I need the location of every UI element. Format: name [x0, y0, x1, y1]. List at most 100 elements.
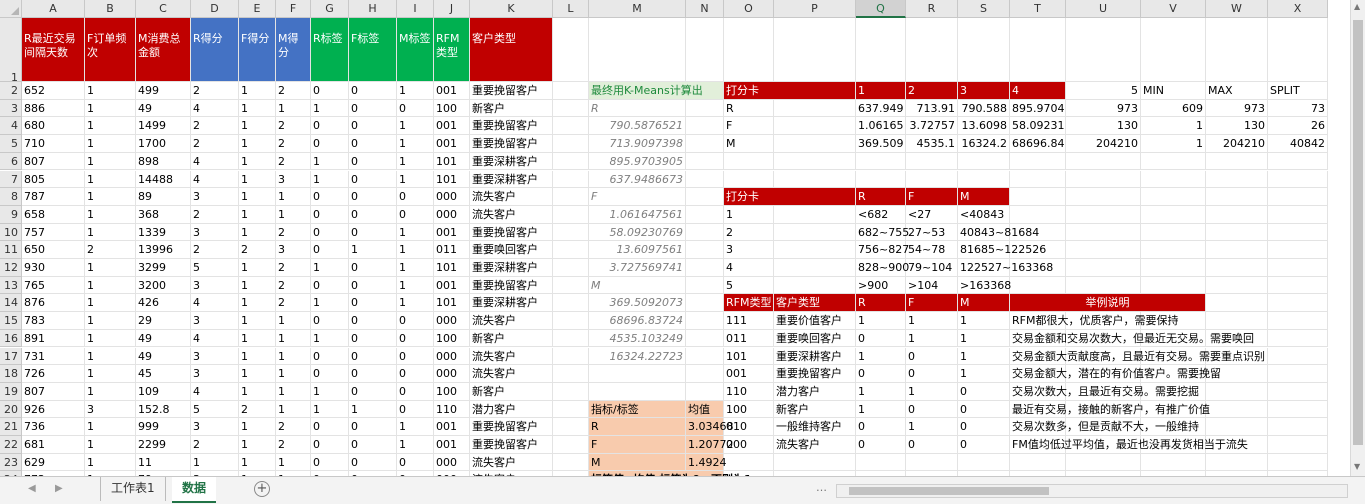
grid-cell[interactable] — [1268, 312, 1328, 330]
data-cell[interactable]: 3 — [191, 223, 239, 242]
data-cell[interactable]: 5 — [191, 259, 239, 277]
rfm-table-cell[interactable]: 重要深耕客户 — [774, 347, 856, 366]
grid-cell[interactable] — [958, 152, 1010, 171]
data-cell[interactable]: 0 — [349, 382, 397, 401]
data-cell[interactable]: 736 — [22, 418, 85, 436]
data-cell[interactable]: 重要挽留客户 — [470, 276, 553, 295]
data-cell[interactable]: 3 — [191, 276, 239, 295]
score-card-header[interactable]: 4 — [1010, 82, 1066, 100]
mean-table-header[interactable]: 均值 — [686, 400, 724, 419]
data-cell[interactable]: 2 — [191, 436, 239, 454]
data-cell[interactable]: 流失客户 — [470, 365, 553, 383]
grid-cell[interactable] — [1066, 152, 1141, 171]
data-cell[interactable]: 重要挽留客户 — [470, 436, 553, 454]
vertical-scrollbar[interactable]: ▲ ▼ — [1350, 0, 1365, 476]
score-card-cell[interactable]: 130 — [1206, 117, 1268, 136]
grid-cell[interactable] — [724, 453, 774, 472]
data-cell[interactable]: 100 — [434, 329, 470, 348]
column-header-H[interactable]: H — [349, 0, 397, 18]
grid-cell[interactable] — [1206, 400, 1268, 419]
column-header-S[interactable]: S — [958, 0, 1010, 18]
data-cell[interactable]: 0 — [349, 453, 397, 472]
grid-cell[interactable] — [1268, 365, 1328, 383]
grid-cell[interactable] — [1268, 418, 1328, 436]
grid-cell[interactable] — [553, 223, 589, 242]
score-card-cell[interactable]: 369.509 — [856, 135, 906, 153]
data-cell[interactable]: 0 — [349, 365, 397, 383]
row-header[interactable]: 9 — [0, 205, 22, 224]
grid-cell[interactable] — [1268, 436, 1328, 454]
row-header[interactable]: 23 — [0, 453, 22, 472]
grid-cell[interactable] — [1066, 453, 1141, 472]
column-header-L[interactable]: L — [553, 0, 589, 18]
data-cell[interactable]: 629 — [22, 453, 85, 472]
data-cell[interactable]: 0 — [311, 117, 349, 136]
data-cell[interactable]: 1 — [276, 347, 311, 366]
row-header[interactable]: 14 — [0, 294, 22, 313]
row-header[interactable]: 13 — [0, 276, 22, 295]
data-cell[interactable]: 1 — [311, 99, 349, 118]
rfm-table-cell[interactable]: 最近有交易，接触的新客户，有推广价值 — [1010, 400, 1210, 419]
grid-cell[interactable] — [1010, 152, 1066, 171]
data-cell[interactable]: 0 — [349, 205, 397, 224]
grid-cell[interactable] — [589, 365, 686, 383]
data-cell[interactable]: 2 — [276, 276, 311, 295]
data-cell[interactable]: 重要挽留客户 — [470, 82, 553, 100]
rfm-table-cell[interactable]: 0 — [906, 400, 958, 419]
data-cell[interactable]: 重要深耕客户 — [470, 294, 553, 313]
score-card-cell[interactable]: 1 — [1141, 117, 1206, 136]
data-cell[interactable]: 0 — [311, 223, 349, 242]
data-cell[interactable]: 流失客户 — [470, 205, 553, 224]
grid-cell[interactable] — [1268, 347, 1328, 366]
data-cell[interactable]: 49 — [136, 329, 191, 348]
score-card-cell[interactable]: 609 — [1141, 99, 1206, 118]
data-cell[interactable]: 1 — [239, 99, 276, 118]
data-cell[interactable]: 1 — [85, 382, 136, 401]
data-cell[interactable]: 1 — [85, 436, 136, 454]
data-cell[interactable]: 1 — [239, 382, 276, 401]
data-cell[interactable]: 新客户 — [470, 329, 553, 348]
mean-table-header[interactable]: 指标/标签 — [589, 400, 686, 419]
score-card-cell[interactable]: 204210 — [1206, 135, 1268, 153]
grid-cell[interactable] — [553, 117, 589, 136]
grid-cell[interactable] — [1141, 241, 1206, 259]
data-cell[interactable]: 重要挽留客户 — [470, 117, 553, 136]
data-cell[interactable]: 999 — [136, 418, 191, 436]
score-card2-cell[interactable]: 828~900 — [856, 259, 909, 277]
grid-cell[interactable] — [553, 99, 589, 118]
column-header-C[interactable]: C — [136, 0, 191, 18]
grid-cell[interactable] — [1141, 18, 1206, 82]
rfm-table-cell[interactable]: 1 — [906, 312, 958, 330]
grid-cell[interactable] — [686, 276, 724, 295]
data-cell[interactable]: 流失客户 — [470, 312, 553, 330]
data-cell[interactable]: 潜力客户 — [470, 400, 553, 419]
data-cell[interactable]: 1 — [239, 152, 276, 171]
grid-cell[interactable] — [1268, 276, 1328, 295]
data-cell[interactable]: 101 — [434, 259, 470, 277]
score-card2-header[interactable]: F — [906, 188, 958, 206]
grid-cell[interactable] — [686, 329, 724, 348]
row-header[interactable]: 19 — [0, 382, 22, 401]
data-cell[interactable]: 0 — [349, 188, 397, 206]
grid-cell[interactable] — [1010, 276, 1066, 295]
grid-cell[interactable] — [553, 152, 589, 171]
rfm-table-cell[interactable]: 101 — [724, 347, 774, 366]
data-cell[interactable]: 4 — [191, 152, 239, 171]
data-cell[interactable]: 4 — [191, 329, 239, 348]
rfm-table-cell[interactable]: 新客户 — [774, 400, 856, 419]
grid-cell[interactable] — [1268, 152, 1328, 171]
grid-cell[interactable] — [1010, 188, 1066, 206]
kmeans-m-value[interactable]: 16324.22723 — [589, 347, 686, 366]
data-cell[interactable]: 1339 — [136, 223, 191, 242]
data-cell[interactable]: 0 — [397, 365, 434, 383]
grid-cell[interactable] — [686, 117, 724, 136]
data-cell[interactable]: 2 — [276, 152, 311, 171]
data-cell[interactable]: 1 — [239, 418, 276, 436]
data-cell[interactable]: 3200 — [136, 276, 191, 295]
score-card-header[interactable]: MIN — [1141, 82, 1206, 100]
data-cell[interactable]: 926 — [22, 400, 85, 419]
rfm-table-cell[interactable]: 重要唤回客户 — [774, 329, 856, 348]
data-cell[interactable]: 3 — [85, 400, 136, 419]
data-cell[interactable]: 0 — [349, 259, 397, 277]
row-header[interactable]: 21 — [0, 418, 22, 436]
